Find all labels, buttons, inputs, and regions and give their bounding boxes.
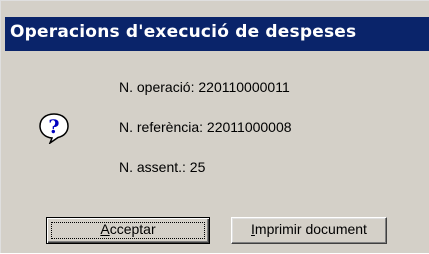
accept-button-label: Acceptar — [100, 221, 155, 237]
operation-number: N. operació: 220110000011 — [119, 79, 290, 95]
question-icon: ? — [39, 113, 69, 144]
print-document-button[interactable]: Imprimir document — [231, 217, 387, 244]
print-button-label: Imprimir document — [251, 221, 367, 237]
print-label-rest: mprimir document — [254, 221, 367, 237]
entry-number: N. assent.: 25 — [119, 159, 206, 175]
accept-mnemonic: A — [100, 221, 110, 237]
title-bar[interactable]: Operacions d'execució de despeses — [5, 17, 429, 51]
svg-text:?: ? — [48, 116, 59, 138]
accept-label-rest: cceptar — [109, 221, 156, 237]
message-dialog: Operacions d'execució de despeses ? N. o… — [0, 0, 429, 253]
accept-button[interactable]: Acceptar — [46, 217, 210, 244]
dialog-title: Operacions d'execució de despeses — [10, 22, 357, 42]
dialog-body: ? N. operació: 220110000011 N. referènci… — [1, 51, 429, 254]
reference-number: N. referència: 22011000008 — [119, 119, 292, 135]
